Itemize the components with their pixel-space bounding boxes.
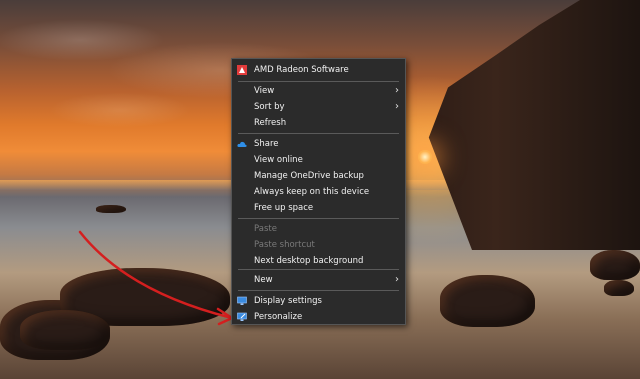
menu-item-share[interactable]: Share xyxy=(232,136,405,152)
menu-item-label: View online xyxy=(254,155,303,165)
desktop-context-menu: AMD Radeon Software View › Sort by › Ref… xyxy=(231,58,406,325)
menu-item-label: Refresh xyxy=(254,118,287,128)
menu-item-refresh[interactable]: Refresh xyxy=(232,115,405,131)
menu-item-label: AMD Radeon Software xyxy=(254,65,349,75)
menu-item-label: Paste shortcut xyxy=(254,240,315,250)
menu-item-label: Sort by xyxy=(254,102,285,112)
menu-item-label: Paste xyxy=(254,224,277,234)
rock xyxy=(20,310,110,350)
menu-item-label: Personalize xyxy=(254,312,303,322)
rock xyxy=(96,205,126,213)
menu-item-next-desktop-background[interactable]: Next desktop background xyxy=(232,253,405,269)
menu-separator xyxy=(238,133,399,134)
chevron-right-icon: › xyxy=(395,274,399,285)
menu-item-paste[interactable]: Paste xyxy=(232,221,405,237)
menu-separator xyxy=(238,269,399,270)
chevron-right-icon: › xyxy=(395,85,399,96)
menu-separator xyxy=(238,290,399,291)
rock xyxy=(604,280,634,296)
menu-item-view-online[interactable]: View online xyxy=(232,152,405,168)
personalize-icon xyxy=(237,312,247,321)
menu-item-label: Share xyxy=(254,139,279,149)
rock xyxy=(440,275,535,327)
menu-item-paste-shortcut[interactable]: Paste shortcut xyxy=(232,237,405,253)
menu-item-view[interactable]: View › xyxy=(232,83,405,99)
menu-item-sort-by[interactable]: Sort by › xyxy=(232,99,405,115)
menu-item-always-keep[interactable]: Always keep on this device xyxy=(232,184,405,200)
menu-separator xyxy=(238,218,399,219)
display-settings-icon xyxy=(237,296,247,305)
onedrive-cloud-icon xyxy=(237,141,247,147)
menu-item-personalize[interactable]: Personalize xyxy=(232,309,405,325)
menu-item-label: Next desktop background xyxy=(254,256,364,266)
menu-item-amd-radeon[interactable]: AMD Radeon Software xyxy=(232,62,405,78)
menu-item-label: View xyxy=(254,86,275,96)
menu-item-label: Display settings xyxy=(254,296,322,306)
amd-radeon-icon xyxy=(237,65,247,75)
menu-item-free-up-space[interactable]: Free up space xyxy=(232,200,405,216)
menu-item-label: New xyxy=(254,275,273,285)
rock xyxy=(590,250,640,280)
sun-glow xyxy=(418,150,432,164)
menu-item-display-settings[interactable]: Display settings xyxy=(232,293,405,309)
menu-item-manage-onedrive-backup[interactable]: Manage OneDrive backup xyxy=(232,168,405,184)
menu-item-label: Always keep on this device xyxy=(254,187,370,197)
menu-separator xyxy=(238,81,399,82)
menu-item-label: Free up space xyxy=(254,203,314,213)
menu-item-label: Manage OneDrive backup xyxy=(254,171,364,181)
chevron-right-icon: › xyxy=(395,101,399,112)
menu-item-new[interactable]: New › xyxy=(232,272,405,288)
